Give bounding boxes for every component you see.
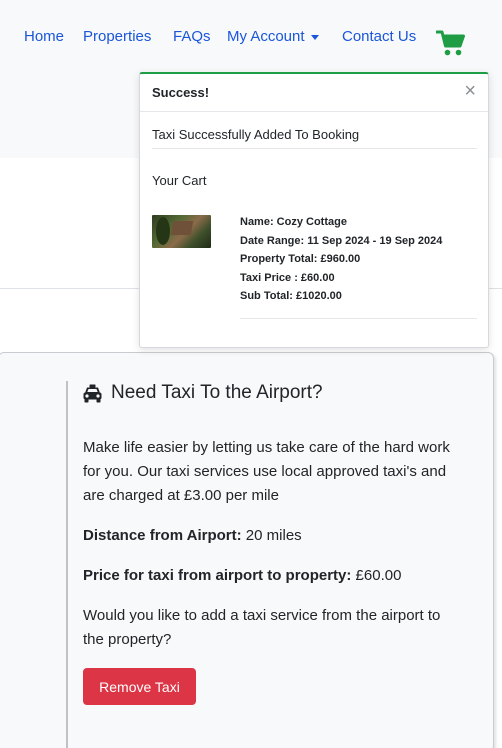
- nav-my-account-dropdown[interactable]: My Account: [227, 27, 319, 47]
- cart-item-taxi-price: Taxi Price : £60.00: [240, 271, 335, 284]
- price-label: Price for taxi from airport to property:: [83, 567, 352, 584]
- taxi-question-text: Would you like to add a taxi service fro…: [83, 607, 441, 648]
- cart-item-date-range: Date Range: 11 Sep 2024 - 19 Sep 2024: [240, 234, 443, 247]
- nav-faqs-link[interactable]: FAQs: [173, 27, 211, 47]
- cart-button[interactable]: [435, 29, 466, 57]
- taxi-intro-text: Make life easier by letting us take care…: [83, 439, 450, 504]
- nav-my-account-label: My Account: [227, 28, 305, 45]
- property-thumbnail[interactable]: [152, 215, 211, 248]
- taxi-heading: Need Taxi To the Airport?: [83, 382, 323, 404]
- taxi-card: [0, 352, 494, 748]
- card-divider: [66, 381, 68, 748]
- nav-properties-link[interactable]: Properties: [83, 27, 151, 47]
- toast-header: Success! ×: [140, 74, 488, 112]
- thumbnail-cottage: [170, 221, 194, 235]
- success-toast: Success! × Taxi Successfully Added To Bo…: [139, 72, 489, 348]
- distance-value: 20 miles: [241, 527, 302, 544]
- distance-label: Distance from Airport:: [83, 527, 242, 544]
- taxi-heading-text: Need Taxi To the Airport?: [111, 382, 323, 403]
- chevron-down-icon: [310, 34, 319, 40]
- price-row: Price for taxi from airport to property:…: [83, 564, 453, 588]
- shopping-cart-icon: [435, 30, 465, 56]
- cart-item-name: Name: Cozy Cottage: [240, 216, 347, 228]
- toast-title: Success!: [152, 85, 210, 100]
- details-divider: [240, 318, 477, 319]
- cart-item-details: Name: Cozy Cottage Date Range: 11 Sep 20…: [240, 213, 442, 306]
- cart-item-sub-total: Sub Total: £1020.00: [240, 290, 342, 302]
- toast-message: Taxi Successfully Added To Booking: [152, 127, 360, 142]
- distance-row: Distance from Airport: 20 miles: [83, 524, 453, 548]
- remove-taxi-button[interactable]: Remove Taxi: [83, 668, 196, 705]
- price-value: £60.00: [351, 567, 402, 584]
- thumbnail-tree: [156, 217, 170, 245]
- cart-title: Your Cart: [152, 173, 207, 188]
- cart-item-property-total: Property Total: £960.00: [240, 253, 361, 265]
- taxi-icon: [83, 384, 102, 402]
- nav-contact-link[interactable]: Contact Us: [342, 27, 416, 47]
- close-icon[interactable]: ×: [464, 80, 476, 102]
- nav-home-link[interactable]: Home: [24, 27, 64, 47]
- toast-divider: [152, 148, 477, 149]
